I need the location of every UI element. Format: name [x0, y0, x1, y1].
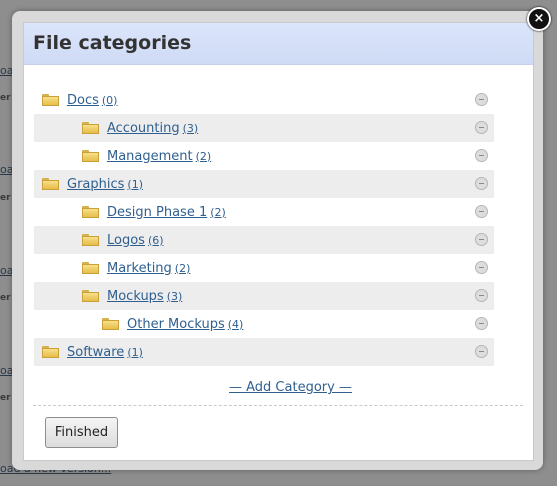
category-name-link[interactable]: Software	[67, 345, 124, 360]
category-count[interactable]: (2)	[175, 262, 191, 275]
category-name-link[interactable]: Mockups	[107, 289, 164, 304]
folder-icon	[102, 318, 119, 330]
category-count[interactable]: (3)	[167, 290, 183, 303]
category-row: Design Phase 1 (2)	[34, 198, 494, 226]
dialog-content: File categories Docs (0) Accounting (3) Mana…	[23, 22, 534, 461]
dialog-header: File categories	[24, 23, 533, 65]
category-name-link[interactable]: Logos	[107, 233, 145, 248]
category-row: Logos (6)	[34, 226, 494, 254]
add-category-link[interactable]: — Add Category —	[229, 380, 352, 395]
background-label: er	[0, 293, 11, 303]
category-name-link[interactable]: Accounting	[107, 121, 180, 136]
category-row: Docs (0)	[34, 86, 494, 114]
category-count[interactable]: (3)	[183, 122, 199, 135]
category-count[interactable]: (2)	[196, 150, 212, 163]
folder-icon	[82, 234, 99, 246]
remove-icon[interactable]	[475, 177, 488, 190]
category-count[interactable]: (1)	[127, 346, 143, 359]
remove-icon[interactable]	[475, 345, 488, 358]
category-name-link[interactable]: Management	[107, 149, 193, 164]
remove-icon[interactable]	[475, 317, 488, 330]
category-name-link[interactable]: Marketing	[107, 261, 172, 276]
finished-button[interactable]: Finished	[45, 417, 118, 448]
category-count[interactable]: (6)	[148, 234, 164, 247]
close-icon[interactable]: ×	[527, 7, 551, 31]
category-name-link[interactable]: Other Mockups	[127, 317, 225, 332]
background-label: er	[0, 193, 11, 203]
folder-icon	[42, 94, 59, 106]
category-row: Other Mockups (4)	[34, 310, 494, 338]
folder-icon	[82, 206, 99, 218]
category-row: Graphics (1)	[34, 170, 494, 198]
folder-icon	[82, 150, 99, 162]
folder-icon	[42, 178, 59, 190]
category-row: Marketing (2)	[34, 254, 494, 282]
folder-icon	[82, 122, 99, 134]
background-label: er	[0, 93, 11, 103]
category-row: Software (1)	[34, 338, 494, 366]
folder-icon	[82, 262, 99, 274]
category-count[interactable]: (0)	[102, 94, 118, 107]
category-name-link[interactable]: Graphics	[67, 177, 124, 192]
folder-icon	[82, 290, 99, 302]
category-row: Mockups (3)	[34, 282, 494, 310]
remove-icon[interactable]	[475, 289, 488, 302]
category-name-link[interactable]: Design Phase 1	[107, 205, 207, 220]
category-row: Accounting (3)	[34, 114, 494, 142]
category-row: Management (2)	[34, 142, 494, 170]
category-count[interactable]: (1)	[127, 178, 143, 191]
category-tree: Docs (0) Accounting (3) Management (2) Graphic…	[34, 86, 494, 366]
category-count[interactable]: (4)	[228, 318, 244, 331]
category-name-link[interactable]: Docs	[67, 93, 99, 108]
remove-icon[interactable]	[475, 233, 488, 246]
remove-icon[interactable]	[475, 205, 488, 218]
background-label: er	[0, 393, 11, 403]
dialog-title: File categories	[33, 32, 192, 54]
remove-icon[interactable]	[475, 261, 488, 274]
remove-icon[interactable]	[475, 121, 488, 134]
divider	[33, 405, 523, 406]
remove-icon[interactable]	[475, 149, 488, 162]
remove-icon[interactable]	[475, 93, 488, 106]
folder-icon	[42, 346, 59, 358]
category-count[interactable]: (2)	[210, 206, 226, 219]
file-categories-dialog: File categories Docs (0) Accounting (3) Mana…	[12, 11, 543, 470]
